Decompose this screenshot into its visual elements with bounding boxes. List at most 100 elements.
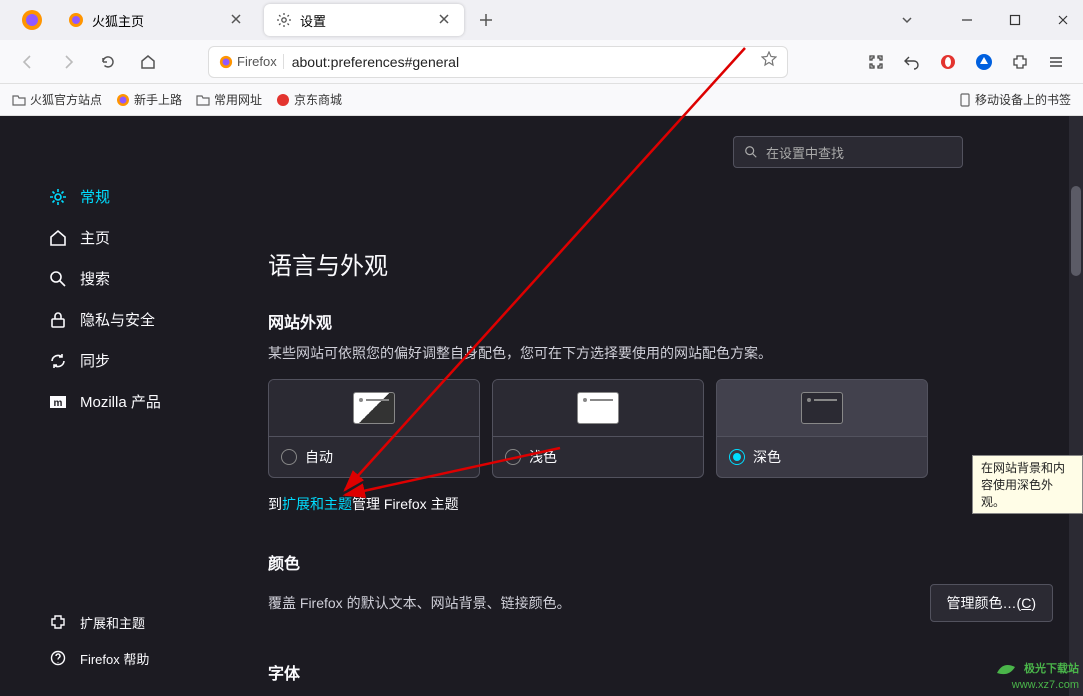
settings-content: 常规 主页 搜索 隐私与安全 同步 m Mozilla 产品 扩展和主题 [0, 116, 1083, 696]
sidebar-item-search[interactable]: 搜索 [0, 258, 232, 299]
sidebar-label: 主页 [80, 227, 110, 248]
maximize-button[interactable] [995, 2, 1035, 38]
sidebar-item-privacy[interactable]: 隐私与安全 [0, 299, 232, 340]
close-icon[interactable] [436, 11, 452, 30]
firefox-favicon-icon [68, 12, 84, 28]
sidebar-item-mozilla[interactable]: m Mozilla 产品 [0, 381, 232, 422]
help-icon [48, 648, 68, 668]
theme-label-text: 自动 [305, 447, 333, 467]
url-bar[interactable]: Firefox about:preferences#general [208, 46, 788, 78]
radio-icon [281, 449, 297, 465]
minimize-button[interactable] [947, 2, 987, 38]
sidebar-label: 同步 [80, 350, 110, 371]
appearance-description: 某些网站可依照您的偏好调整自身配色，您可在下方选择要使用的网站配色方案。 [268, 343, 1053, 363]
subsection-title-colors: 颜色 [268, 550, 1053, 574]
bookmark-label: 火狐官方站点 [30, 91, 102, 108]
identity-box[interactable]: Firefox [219, 54, 284, 69]
firefox-favicon-icon [116, 93, 130, 107]
bookmark-getting-started[interactable]: 新手上路 [116, 91, 182, 108]
tab-label: 火狐主页 [92, 11, 144, 30]
url-text: about:preferences#general [292, 54, 753, 70]
tab-label: 设置 [300, 11, 326, 30]
theme-label-text: 浅色 [529, 447, 557, 467]
folder-icon [196, 93, 210, 107]
jd-favicon-icon [276, 93, 290, 107]
manage-colors-button[interactable]: 管理颜色…(C) [930, 584, 1053, 622]
bookmark-common-sites[interactable]: 常用网址 [196, 91, 262, 108]
theme-option-dark[interactable]: 深色 [716, 379, 928, 478]
bookmark-star-icon[interactable] [761, 51, 777, 72]
tab-firefox-home[interactable]: 火狐主页 [56, 4, 256, 36]
sidebar-item-home[interactable]: 主页 [0, 217, 232, 258]
bookmark-label: 常用网址 [214, 91, 262, 108]
vertical-scrollbar[interactable] [1069, 116, 1083, 696]
sidebar-item-general[interactable]: 常规 [0, 176, 232, 217]
watermark: 极光下载站 www.xz7.com [993, 659, 1079, 692]
theme-preview-icon [353, 392, 395, 424]
watermark-url: www.xz7.com [1012, 679, 1079, 691]
search-placeholder: 在设置中查找 [766, 143, 844, 162]
forward-button[interactable] [52, 46, 84, 78]
theme-management-link-row: 到扩展和主题管理 Firefox 主题 [268, 494, 1053, 514]
extensions-icon[interactable] [1005, 47, 1035, 77]
sidebar-label: Firefox 帮助 [80, 649, 149, 668]
navbar: Firefox about:preferences#general [0, 40, 1083, 84]
puzzle-icon [48, 612, 68, 632]
firefox-identity-icon [219, 55, 233, 69]
bookmarks-bar: 火狐官方站点 新手上路 常用网址 京东商城 移动设备上的书签 [0, 84, 1083, 116]
colors-description: 覆盖 Firefox 的默认文本、网站背景、链接颜色。 [268, 593, 571, 613]
bookmark-mobile[interactable]: 移动设备上的书签 [959, 91, 1071, 108]
opera-icon[interactable] [933, 47, 963, 77]
home-icon [48, 228, 68, 248]
settings-sidebar: 常规 主页 搜索 隐私与安全 同步 m Mozilla 产品 扩展和主题 [0, 116, 232, 696]
sidebar-label: 隐私与安全 [80, 309, 155, 330]
tabs-dropdown-button[interactable] [891, 4, 923, 36]
home-button[interactable] [132, 46, 164, 78]
sync-icon [48, 351, 68, 371]
theme-tooltip: 在网站背景和内容使用深色外观。 [972, 455, 1083, 514]
sidebar-item-extensions[interactable]: 扩展和主题 [0, 604, 232, 640]
subsection-title-appearance: 网站外观 [268, 309, 1053, 333]
bookmark-label: 京东商城 [294, 91, 342, 108]
subsection-title-fonts: 字体 [268, 660, 1053, 684]
search-icon [744, 145, 758, 159]
radio-icon [505, 449, 521, 465]
new-tab-button[interactable] [472, 6, 500, 34]
close-icon[interactable] [228, 11, 244, 30]
identity-label: Firefox [237, 54, 277, 69]
sidebar-label: Mozilla 产品 [80, 391, 161, 412]
theme-option-auto[interactable]: 自动 [268, 379, 480, 478]
theme-preview-icon [577, 392, 619, 424]
sidebar-label: 搜索 [80, 268, 110, 289]
sidebar-item-sync[interactable]: 同步 [0, 340, 232, 381]
firefox-logo-icon [20, 8, 44, 32]
sidebar-item-help[interactable]: Firefox 帮助 [0, 640, 232, 676]
tab-settings[interactable]: 设置 [264, 4, 464, 36]
theme-label-text: 深色 [753, 447, 781, 467]
bookmark-firefox-official[interactable]: 火狐官方站点 [12, 91, 102, 108]
sidebar-label: 扩展和主题 [80, 613, 145, 632]
account-icon[interactable] [969, 47, 999, 77]
bookmark-jd[interactable]: 京东商城 [276, 91, 342, 108]
extensions-themes-link[interactable]: 扩展和主题 [282, 496, 352, 512]
settings-main: 在设置中查找 语言与外观 网站外观 某些网站可依照您的偏好调整自身配色，您可在下… [232, 116, 1083, 696]
reload-button[interactable] [92, 46, 124, 78]
gear-icon [276, 12, 292, 28]
watermark-brand: 极光下载站 [1024, 663, 1079, 675]
section-title-language-appearance: 语言与外观 [268, 246, 1053, 281]
gear-icon [48, 187, 68, 207]
settings-search-input[interactable]: 在设置中查找 [733, 136, 963, 168]
search-icon [48, 269, 68, 289]
theme-options: 自动 浅色 深色 [268, 379, 1053, 478]
scrollbar-thumb[interactable] [1071, 186, 1081, 276]
back-button[interactable] [12, 46, 44, 78]
svg-text:m: m [54, 398, 63, 409]
theme-option-light[interactable]: 浅色 [492, 379, 704, 478]
screenshot-icon[interactable] [861, 47, 891, 77]
undo-icon[interactable] [897, 47, 927, 77]
close-window-button[interactable] [1043, 2, 1083, 38]
sidebar-label: 常规 [80, 186, 110, 207]
menu-icon[interactable] [1041, 47, 1071, 77]
theme-preview-icon [801, 392, 843, 424]
bookmark-label: 新手上路 [134, 91, 182, 108]
